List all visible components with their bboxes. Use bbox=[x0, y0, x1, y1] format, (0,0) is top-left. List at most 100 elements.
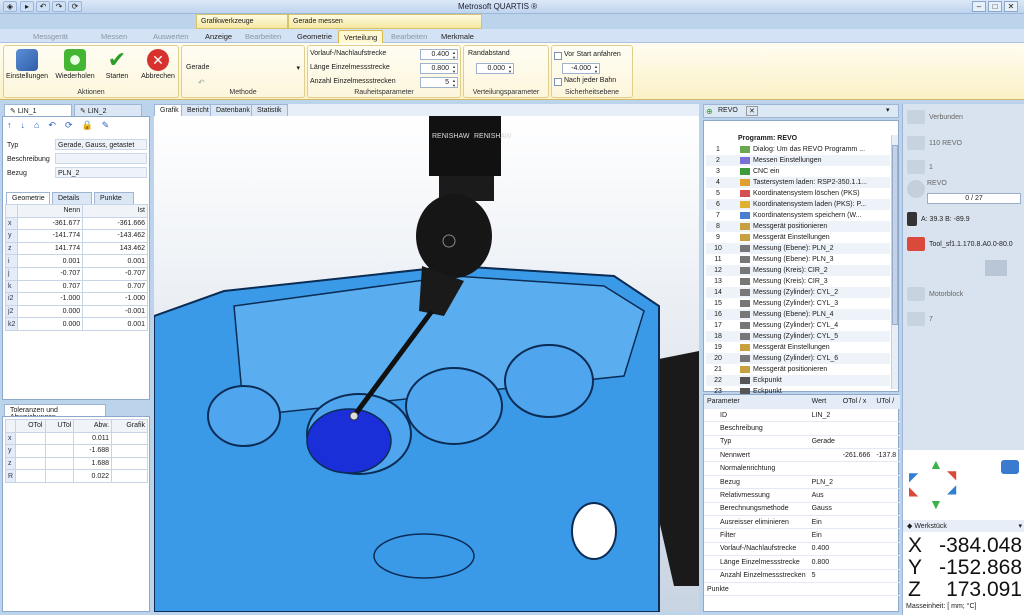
tab-statistik[interactable]: Statistik bbox=[251, 104, 288, 116]
tab-lin-1[interactable]: ✎ LIN_1 bbox=[4, 104, 72, 116]
arrow-down-icon[interactable]: ▼ bbox=[929, 496, 943, 512]
table-row[interactable]: Bezug PLN_2 bbox=[704, 475, 900, 490]
table-row[interactable]: j2 0.000 -0.001 bbox=[4, 304, 148, 319]
tab-verteilung[interactable]: Verteilung bbox=[338, 30, 384, 43]
app-menu-icon[interactable]: ◈ bbox=[3, 1, 17, 12]
table-row[interactable]: j -0.707 -0.707 bbox=[4, 266, 148, 281]
table-row[interactable]: Beschreibung bbox=[704, 421, 900, 436]
table-row[interactable]: Relativmessung Aus bbox=[704, 488, 900, 503]
table-row[interactable]: Normalenrichtung bbox=[704, 461, 900, 476]
table-row[interactable]: Vorlauf-/Nachlaufstrecke 0.400 bbox=[704, 542, 900, 557]
tab-datenbank[interactable]: Datenbank bbox=[210, 104, 256, 116]
tab-messger-t[interactable]: Messgerät bbox=[28, 30, 73, 43]
table-row[interactable]: Länge Einzelmessstrecke 0.800 bbox=[704, 555, 900, 570]
tab-merkmale[interactable]: Merkmale bbox=[436, 30, 479, 43]
table-row[interactable]: R 0.022 bbox=[4, 469, 148, 483]
list-item[interactable]: 6 Koordinatensystem laden (PKS): P... bbox=[706, 199, 890, 210]
table-row[interactable]: Typ Gerade bbox=[704, 435, 900, 450]
maximize-button[interactable]: □ bbox=[988, 1, 1002, 12]
nach-bahn-checkbox[interactable] bbox=[554, 78, 562, 86]
qat-button-4[interactable]: ⟳ bbox=[68, 1, 82, 12]
table-row[interactable]: y -141.774 -143.462 bbox=[4, 229, 148, 243]
list-item[interactable]: 16 Messung (Ebene): PLN_4 bbox=[706, 309, 890, 320]
tab-auswerten[interactable]: Auswerten bbox=[148, 30, 193, 43]
close-button[interactable]: ✕ bbox=[1004, 1, 1018, 12]
prop-value-bezug[interactable]: PLN_2 bbox=[55, 167, 147, 178]
tab-punkte[interactable]: Punkte bbox=[94, 192, 134, 204]
anzahl-spinner[interactable]: 5 bbox=[420, 77, 458, 88]
qat-button-3[interactable]: ↷ bbox=[52, 1, 66, 12]
table-row[interactable]: x -361.677 -361.666 bbox=[4, 216, 148, 231]
list-item[interactable]: 8 Messgerät positionieren bbox=[706, 221, 890, 232]
tab-bearbeiten[interactable]: Bearbeiten bbox=[240, 30, 286, 43]
qat-button-1[interactable]: ▸ bbox=[20, 1, 34, 12]
einstellungen-button[interactable]: Einstellungen bbox=[6, 49, 48, 80]
laenge-spinner[interactable]: 0.800 bbox=[420, 63, 458, 74]
list-item[interactable]: 2 Messen Einstellungen bbox=[706, 155, 890, 166]
list-item[interactable]: 1 Dialog: Um das REVO Programm ... bbox=[706, 144, 890, 155]
list-item[interactable]: 19 Messgerät Einstellungen bbox=[706, 342, 890, 353]
tab-toleranzen[interactable]: Toleranzen und Abweichungen bbox=[4, 404, 106, 421]
vorlauf-spinner[interactable]: 0.400 bbox=[420, 49, 458, 60]
table-row[interactable]: Berechnungsmethode Gauss bbox=[704, 502, 900, 517]
tab-anzeige[interactable]: Anzeige bbox=[200, 30, 237, 43]
abbrechen-button[interactable]: ✕ Abbrechen bbox=[138, 49, 178, 80]
list-item[interactable]: 22 Eckpunkt bbox=[706, 375, 890, 386]
list-item[interactable]: 18 Messung (Zylinder): CYL_5 bbox=[706, 331, 890, 342]
list-item[interactable]: 21 Messgerät positionieren bbox=[706, 364, 890, 375]
list-item[interactable]: 4 Tastersystem laden: RSP2-350.1.1... bbox=[706, 177, 890, 188]
table-row[interactable]: i 0.001 0.001 bbox=[4, 254, 148, 268]
table-row[interactable]: Ausreisser eliminieren Ein bbox=[704, 515, 900, 530]
wiederholen-button[interactable]: Wiederholen bbox=[54, 49, 96, 80]
prop-value-beschreibung[interactable] bbox=[55, 153, 147, 164]
list-item[interactable]: 10 Messung (Ebene): PLN_2 bbox=[706, 243, 890, 254]
3d-viewport[interactable]: RENISHAW RENISHAW bbox=[154, 116, 699, 612]
list-item[interactable]: 13 Messung (Kreis): CIR_3 bbox=[706, 276, 890, 287]
minimize-button[interactable]: – bbox=[972, 1, 986, 12]
joystick-icon[interactable] bbox=[1001, 460, 1019, 474]
table-row[interactable]: y -1.688 bbox=[4, 444, 148, 458]
sicherheit-spinner[interactable]: -4.000 bbox=[562, 63, 600, 74]
table-row[interactable]: k2 0.000 0.001 bbox=[4, 317, 148, 331]
qat-button-2[interactable]: ↶ bbox=[36, 1, 50, 12]
table-row[interactable]: i2 -1.000 -1.000 bbox=[4, 292, 148, 306]
randabstand-spinner[interactable]: 0.000 bbox=[476, 63, 514, 74]
table-row[interactable]: x 0.011 bbox=[4, 431, 148, 446]
starten-button[interactable]: ✔ Starten bbox=[100, 49, 134, 81]
tab-details[interactable]: Details bbox=[52, 192, 92, 204]
tab-revo[interactable]: REVO bbox=[718, 107, 738, 114]
feature-toolbar[interactable]: ↑↓⌂↶⟳🔒✎ bbox=[7, 120, 147, 132]
list-item[interactable]: 20 Messung (Zylinder): CYL_6 bbox=[706, 353, 890, 364]
werkstueck-selector[interactable]: ◆ Werkstück ▾ bbox=[903, 520, 1024, 532]
table-row[interactable]: Nennwert -261.666 -137.8 bbox=[704, 448, 900, 463]
table-row[interactable]: ID LIN_2 bbox=[704, 408, 900, 423]
panel-menu-icon[interactable]: ▾ bbox=[886, 106, 890, 114]
list-item[interactable]: 11 Messung (Ebene): PLN_3 bbox=[706, 254, 890, 265]
program-scrollbar[interactable] bbox=[891, 135, 898, 389]
tab-geometrie[interactable]: Geometrie bbox=[292, 30, 337, 43]
table-row[interactable]: Punkte bbox=[704, 582, 900, 597]
list-item[interactable]: 17 Messung (Zylinder): CYL_4 bbox=[706, 320, 890, 331]
tab-bearbeiten[interactable]: Bearbeiten bbox=[386, 30, 432, 43]
tab-close-icon[interactable]: ✕ bbox=[746, 106, 758, 116]
list-item[interactable]: 7 Koordinatensystem speichern (W... bbox=[706, 210, 890, 221]
stop-icon[interactable] bbox=[907, 180, 925, 198]
arrow-x-plus-icon[interactable]: ◢ bbox=[947, 482, 956, 496]
list-item[interactable]: 15 Messung (Zylinder): CYL_3 bbox=[706, 298, 890, 309]
tab-messen[interactable]: Messen bbox=[96, 30, 132, 43]
table-row[interactable]: z 1.688 bbox=[4, 456, 148, 471]
methode-dropdown[interactable]: Gerade ▾ bbox=[186, 64, 300, 72]
tab-geometrie[interactable]: Geometrie bbox=[6, 192, 50, 204]
arrow-x-minus-icon[interactable]: ◤ bbox=[909, 470, 918, 484]
list-item[interactable]: 14 Messung (Zylinder): CYL_2 bbox=[706, 287, 890, 298]
list-item[interactable]: 9 Messgerät Einstellungen bbox=[706, 232, 890, 243]
list-item[interactable]: 5 Koordinatensystem löschen (PKS) bbox=[706, 188, 890, 199]
tab-lin-2[interactable]: ✎ LIN_2 bbox=[74, 104, 142, 116]
arrow-up-icon[interactable]: ▲ bbox=[929, 456, 943, 472]
vor-start-checkbox[interactable] bbox=[554, 52, 562, 60]
list-item[interactable]: 3 CNC ein bbox=[706, 166, 890, 177]
arrow-y-plus-icon[interactable]: ◥ bbox=[947, 468, 956, 482]
arrow-y-minus-icon[interactable]: ◣ bbox=[909, 484, 918, 498]
table-row[interactable]: Anzahl Einzelmessstrecken 5 bbox=[704, 569, 900, 583]
list-item[interactable]: 12 Messung (Kreis): CIR_2 bbox=[706, 265, 890, 276]
